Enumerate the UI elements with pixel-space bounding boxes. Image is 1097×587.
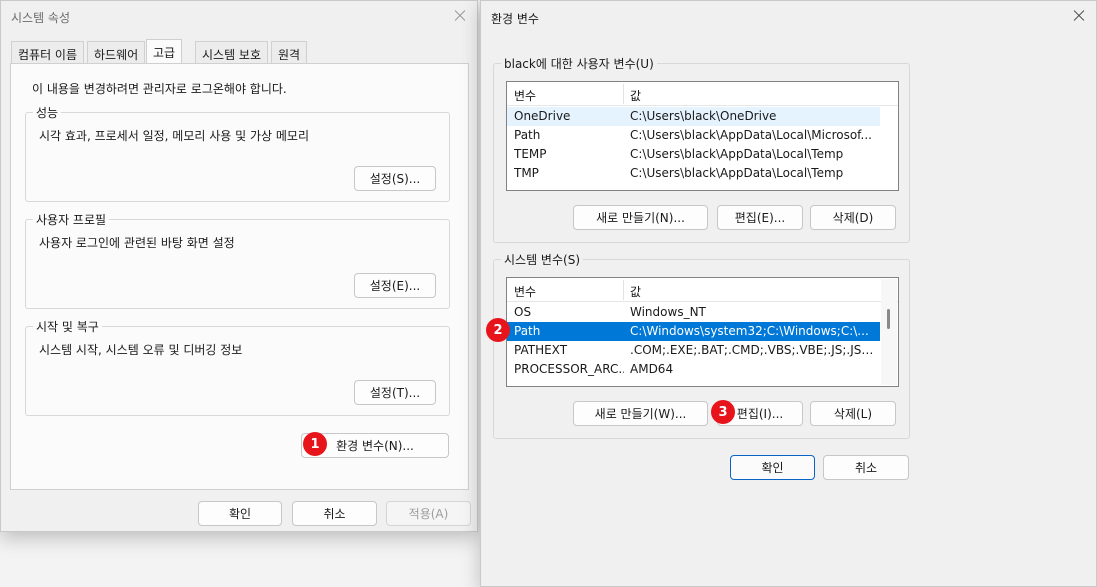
user-variables-list[interactable]: 변수 값 OneDrive C:\Users\black\OneDrive Pa… — [506, 81, 899, 191]
system-variables-label: 시스템 변수(S) — [501, 251, 583, 268]
list-item[interactable]: TEMP C:\Users\black\AppData\Local\Temp — [507, 145, 880, 164]
column-header-value[interactable]: 값 — [630, 87, 641, 104]
list-item[interactable]: OS Windows_NT — [507, 303, 880, 322]
list-item[interactable]: PROCESSOR_ARC... AMD64 — [507, 360, 880, 379]
step-badge-3: 3 — [711, 400, 735, 424]
performance-group: 성능 시각 효과, 프로세서 일정, 메모리 사용 및 가상 메모리 설정(S)… — [25, 104, 450, 202]
environment-variables-window: 환경 변수 black에 대한 사용자 변수(U) 변수 값 OneDrive … — [480, 0, 1097, 587]
close-icon[interactable] — [1068, 5, 1090, 27]
step-badge-2: 2 — [486, 318, 510, 342]
tab-panel: 이 내용을 변경하려면 관리자로 로그온해야 합니다. 성능 시각 효과, 프로… — [10, 63, 469, 490]
column-divider[interactable] — [623, 84, 624, 104]
window-title: 환경 변수 — [491, 12, 539, 26]
tab-system-protection[interactable]: 시스템 보호 — [195, 41, 269, 63]
vertical-scrollbar[interactable] — [881, 279, 897, 385]
column-header-variable[interactable]: 변수 — [514, 283, 536, 300]
performance-settings-button[interactable]: 설정(S)... — [354, 166, 436, 191]
list-item[interactable]: OneDrive C:\Users\black\OneDrive — [507, 107, 880, 126]
ok-button[interactable]: 확인 — [198, 501, 282, 526]
title-bar[interactable]: 환경 변수 — [481, 1, 1096, 31]
startup-recovery-group: 시작 및 복구 시스템 시작, 시스템 오류 및 디버깅 정보 설정(T)... — [25, 318, 450, 416]
env-ok-button[interactable]: 확인 — [730, 455, 815, 480]
close-icon[interactable] — [449, 5, 471, 27]
startup-recovery-settings-button[interactable]: 설정(T)... — [354, 380, 436, 405]
startup-recovery-description: 시스템 시작, 시스템 오류 및 디버깅 정보 — [39, 343, 243, 357]
scrollbar-thumb[interactable] — [887, 309, 890, 329]
user-profile-settings-button[interactable]: 설정(E)... — [354, 273, 436, 298]
system-variables-list[interactable]: 변수 값 OS Windows_NT Path C:\Windows\syste… — [506, 277, 899, 387]
list-item[interactable]: PATHEXT .COM;.EXE;.BAT;.CMD;.VBS;.VBE;.J… — [507, 341, 880, 360]
user-profile-label: 사용자 프로필 — [33, 211, 110, 228]
column-header-value[interactable]: 값 — [630, 283, 641, 300]
list-item-selected[interactable]: Path C:\Windows\system32;C:\Windows;C:\.… — [507, 322, 880, 341]
system-new-button[interactable]: 새로 만들기(W)... — [573, 401, 708, 426]
apply-button[interactable]: 적용(A) — [386, 501, 471, 526]
list-header: 변수 값 — [507, 82, 898, 106]
env-cancel-button[interactable]: 취소 — [823, 455, 909, 480]
tab-hardware[interactable]: 하드웨어 — [87, 41, 146, 63]
admin-note: 이 내용을 변경하려면 관리자로 로그온해야 합니다. — [32, 82, 287, 96]
list-header: 변수 값 — [507, 278, 898, 302]
title-bar[interactable]: 시스템 속성 — [1, 1, 477, 31]
user-edit-button[interactable]: 편집(E)... — [717, 205, 803, 230]
user-variables-group: black에 대한 사용자 변수(U) 변수 값 OneDrive C:\Use… — [493, 55, 910, 243]
user-delete-button[interactable]: 삭제(D) — [810, 205, 896, 230]
system-variables-group: 시스템 변수(S) 변수 값 OS Windows_NT Path C:\Win… — [493, 251, 910, 439]
cancel-button[interactable]: 취소 — [292, 501, 377, 526]
user-variables-label: black에 대한 사용자 변수(U) — [501, 55, 657, 72]
step-badge-1: 1 — [303, 432, 327, 456]
performance-description: 시각 효과, 프로세서 일정, 메모리 사용 및 가상 메모리 — [39, 129, 309, 143]
tab-computer-name[interactable]: 컴퓨터 이름 — [11, 41, 85, 63]
list-item[interactable]: TMP C:\Users\black\AppData\Local\Temp — [507, 164, 880, 183]
system-delete-button[interactable]: 삭제(L) — [810, 401, 896, 426]
column-divider[interactable] — [623, 280, 624, 300]
list-item[interactable]: Path C:\Users\black\AppData\Local\Micros… — [507, 126, 880, 145]
startup-recovery-label: 시작 및 복구 — [33, 318, 102, 335]
tab-remote[interactable]: 원격 — [271, 41, 308, 63]
tab-advanced[interactable]: 고급 — [146, 39, 183, 64]
performance-label: 성능 — [33, 104, 62, 121]
user-new-button[interactable]: 새로 만들기(N)... — [573, 205, 708, 230]
user-profile-group: 사용자 프로필 사용자 로그인에 관련된 바탕 화면 설정 설정(E)... — [25, 211, 450, 309]
system-properties-window: 시스템 속성 컴퓨터 이름 하드웨어 고급 시스템 보호 원격 이 내용을 변경… — [0, 0, 478, 532]
window-title: 시스템 속성 — [11, 11, 71, 25]
user-profile-description: 사용자 로그인에 관련된 바탕 화면 설정 — [39, 236, 235, 250]
column-header-variable[interactable]: 변수 — [514, 87, 536, 104]
